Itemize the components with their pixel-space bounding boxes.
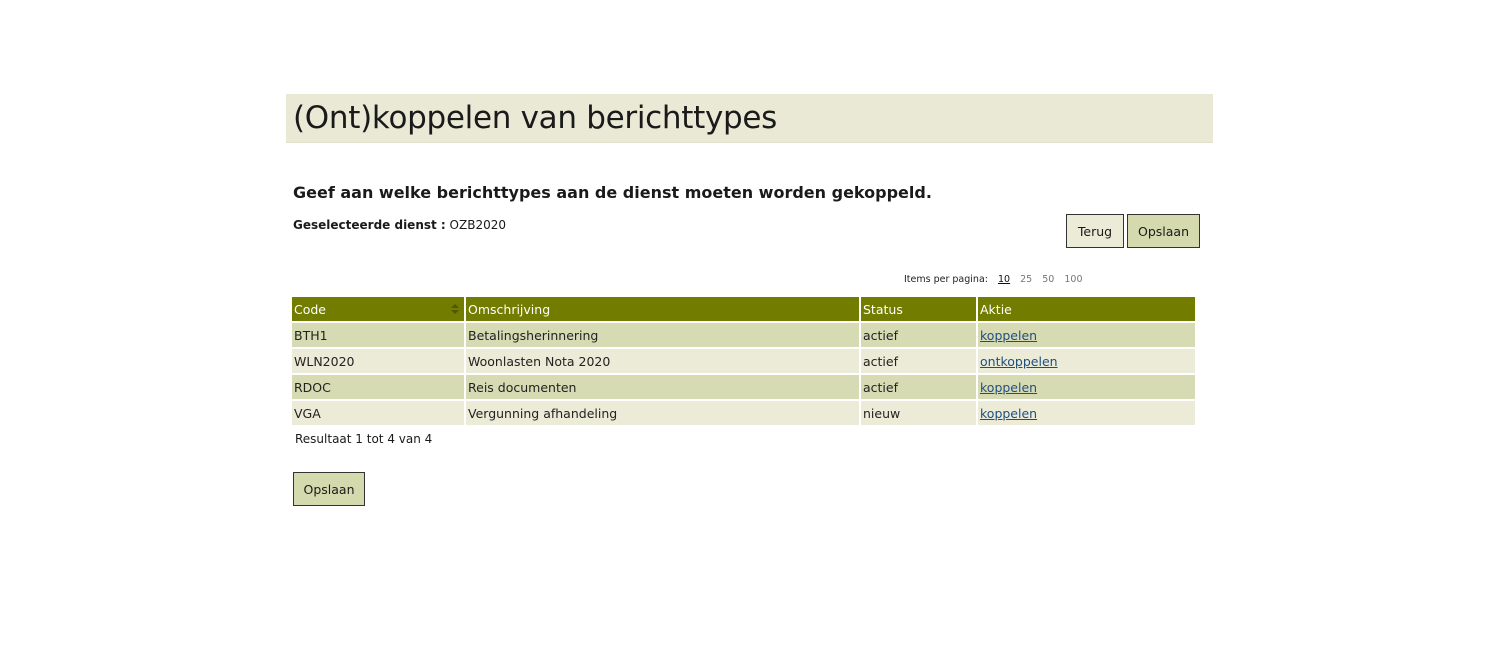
cell-code: VGA (292, 401, 464, 425)
page-title: (Ont)koppelen van berichttypes (293, 100, 778, 136)
back-button[interactable]: Terug (1066, 214, 1124, 248)
page-size-option-25[interactable]: 25 (1020, 274, 1032, 285)
koppelen-link[interactable]: koppelen (980, 380, 1037, 395)
cell-omschrijving: Vergunning afhandeling (466, 401, 859, 425)
save-button-bottom[interactable]: Opslaan (293, 472, 365, 506)
cell-aktie: koppelen (978, 375, 1195, 399)
items-per-page: Items per pagina: 10 25 50 100 (904, 274, 1083, 285)
message-types-table: Code Omschrijving Status Aktie BTH1 Beta… (290, 295, 1197, 427)
koppelen-link[interactable]: koppelen (980, 406, 1037, 421)
sort-icon[interactable] (451, 304, 459, 314)
cell-code: BTH1 (292, 323, 464, 347)
cell-status: nieuw (861, 401, 976, 425)
table-row: VGA Vergunning afhandeling nieuw koppele… (292, 401, 1195, 425)
table-row: WLN2020 Woonlasten Nota 2020 actief ontk… (292, 349, 1195, 373)
koppelen-link[interactable]: koppelen (980, 328, 1037, 343)
table-header-row: Code Omschrijving Status Aktie (292, 297, 1195, 321)
table-row: BTH1 Betalingsherinnering actief koppele… (292, 323, 1195, 347)
cell-omschrijving: Reis documenten (466, 375, 859, 399)
result-count: Resultaat 1 tot 4 van 4 (295, 432, 433, 446)
cell-omschrijving: Betalingsherinnering (466, 323, 859, 347)
title-bar: (Ont)koppelen van berichttypes (286, 94, 1213, 142)
cell-aktie: koppelen (978, 323, 1195, 347)
cell-aktie: ontkoppelen (978, 349, 1195, 373)
selected-service-value: OZB2020 (449, 218, 506, 232)
cell-code: WLN2020 (292, 349, 464, 373)
page-container: (Ont)koppelen van berichttypes Geef aan … (286, 94, 1213, 506)
column-header-status: Status (861, 297, 976, 321)
column-header-aktie: Aktie (978, 297, 1195, 321)
page-size-option-50[interactable]: 50 (1042, 274, 1054, 285)
items-per-page-label: Items per pagina: (904, 274, 988, 285)
cell-status: actief (861, 375, 976, 399)
page-size-option-100[interactable]: 100 (1064, 274, 1082, 285)
column-header-omschrijving: Omschrijving (466, 297, 859, 321)
cell-omschrijving: Woonlasten Nota 2020 (466, 349, 859, 373)
page-size-option-10[interactable]: 10 (998, 274, 1010, 285)
page-subtitle: Geef aan welke berichttypes aan de diens… (293, 183, 932, 202)
save-button-top[interactable]: Opslaan (1127, 214, 1200, 248)
cell-status: actief (861, 323, 976, 347)
cell-code: RDOC (292, 375, 464, 399)
column-header-code-label: Code (294, 301, 327, 317)
ontkoppelen-link[interactable]: ontkoppelen (980, 354, 1058, 369)
table-row: RDOC Reis documenten actief koppelen (292, 375, 1195, 399)
selected-service-label: Geselecteerde dienst : (293, 218, 446, 232)
column-header-code[interactable]: Code (292, 297, 464, 321)
cell-aktie: koppelen (978, 401, 1195, 425)
selected-service: Geselecteerde dienst : OZB2020 (293, 218, 506, 232)
cell-status: actief (861, 349, 976, 373)
